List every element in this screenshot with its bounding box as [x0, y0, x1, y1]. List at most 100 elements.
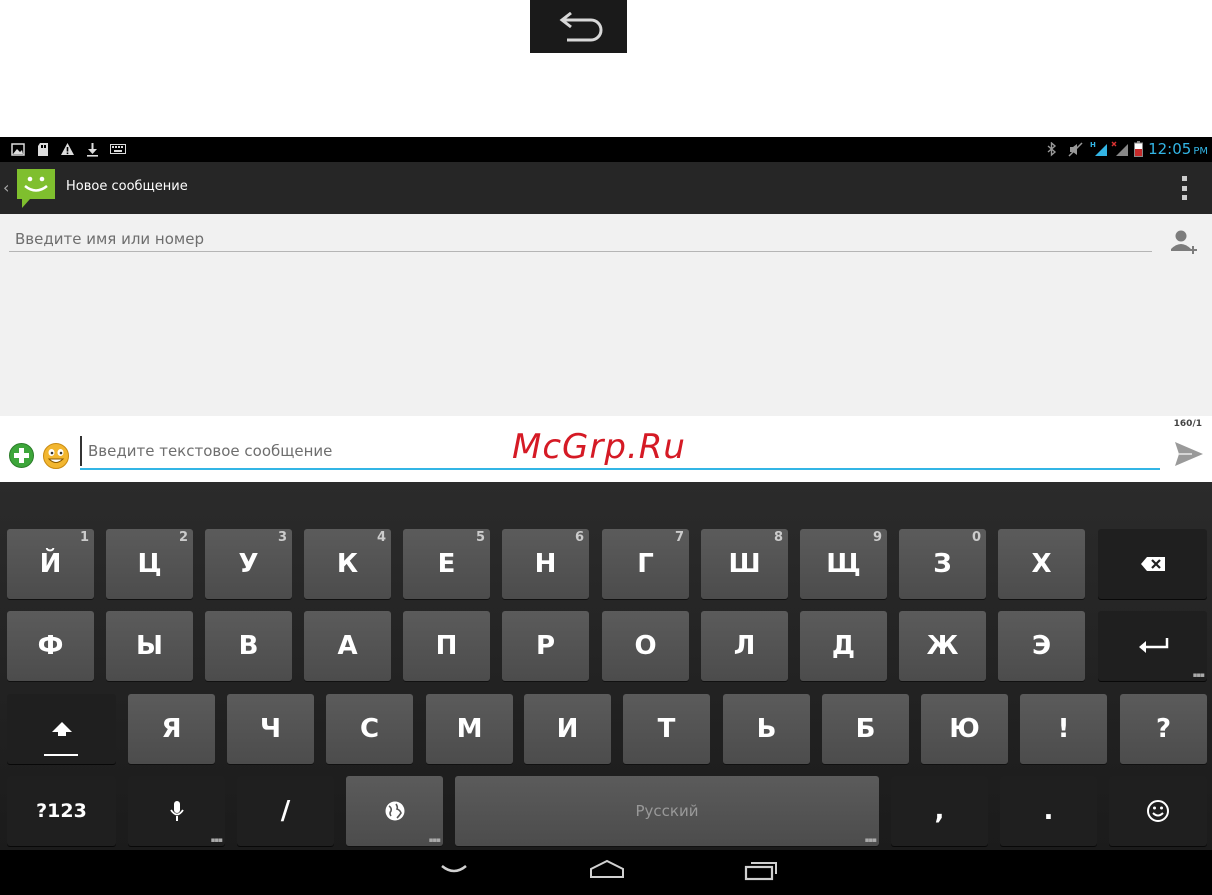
key-ю[interactable]: Ю: [921, 694, 1008, 764]
key-с[interactable]: С: [326, 694, 413, 764]
key-label: Б: [855, 714, 876, 744]
backspace-icon: [1140, 557, 1165, 571]
key-ж[interactable]: Ж: [899, 611, 986, 681]
key-х[interactable]: Х: [998, 529, 1085, 599]
key-label: Х: [1031, 549, 1052, 579]
key-label: ?: [1155, 714, 1172, 744]
key-label: Ц: [137, 549, 162, 579]
key-п[interactable]: П: [403, 611, 490, 681]
signal-h-icon: H: [1090, 141, 1108, 157]
up-caret-icon[interactable]: ‹: [3, 178, 9, 197]
key-л[interactable]: Л: [701, 611, 788, 681]
key-period[interactable]: .: [1000, 776, 1097, 846]
key-э[interactable]: Э: [998, 611, 1085, 681]
page-title: Новое сообщение: [66, 179, 188, 194]
recipient-area: [0, 214, 1212, 416]
key-о[interactable]: О: [602, 611, 689, 681]
key-б[interactable]: Б: [822, 694, 909, 764]
key-label: П: [435, 631, 458, 661]
key-у[interactable]: У3: [205, 529, 292, 599]
device-screen: H 12:05 PM ‹ Новое сообщение Введите имя…: [0, 137, 1212, 895]
recipient-field: [9, 228, 1152, 252]
key-т[interactable]: Т: [623, 694, 710, 764]
send-button[interactable]: [1174, 441, 1204, 471]
enter-key[interactable]: ▪▪▪: [1098, 611, 1207, 681]
symbols-key[interactable]: ?123: [7, 776, 116, 846]
key-label: ,: [934, 796, 945, 826]
key-м[interactable]: М: [426, 694, 513, 764]
key-а[interactable]: А: [304, 611, 391, 681]
key-label: Й: [39, 549, 62, 579]
key-label: Г: [637, 549, 654, 579]
key-hint: 0: [971, 530, 981, 545]
key-label: Н: [534, 549, 557, 579]
key-label: Ю: [949, 714, 980, 744]
enter-icon: [1138, 638, 1168, 653]
key-ь[interactable]: Ь: [723, 694, 810, 764]
clock-ampm: PM: [1193, 146, 1208, 157]
recent-apps-icon[interactable]: [744, 858, 778, 886]
messaging-app-icon[interactable]: [14, 166, 58, 214]
emoji-button[interactable]: [42, 442, 70, 474]
key-ш[interactable]: Ш8: [701, 529, 788, 599]
key-label: К: [336, 549, 359, 579]
action-bar: ‹ Новое сообщение: [0, 162, 1212, 214]
more-dots: ▪▪▪: [210, 836, 223, 844]
key-й[interactable]: Й1: [7, 529, 94, 599]
key-label: /: [280, 796, 291, 826]
key-в[interactable]: В: [205, 611, 292, 681]
key-label: .: [1043, 796, 1054, 826]
microphone-icon: [169, 801, 184, 821]
shift-key[interactable]: [7, 694, 116, 764]
home-icon[interactable]: [589, 858, 625, 886]
key-hint: 6: [574, 530, 584, 545]
key-г[interactable]: Г7: [602, 529, 689, 599]
status-bar: H 12:05 PM: [0, 137, 1212, 162]
key-ы[interactable]: Ы: [106, 611, 193, 681]
key-exclamation[interactable]: !: [1020, 694, 1107, 764]
key-з[interactable]: З0: [899, 529, 986, 599]
key-comma[interactable]: ,: [891, 776, 988, 846]
soft-keyboard: Й1 Ц2 У3 К4 Е5 Н6 Г7 Ш8 Щ9 З0 Х Ф Ы В А …: [0, 482, 1212, 850]
key-щ[interactable]: Щ9: [800, 529, 887, 599]
key-е[interactable]: Е5: [403, 529, 490, 599]
key-label: Ь: [756, 714, 777, 744]
key-label: Ф: [37, 631, 64, 661]
key-hint: 1: [79, 530, 89, 545]
key-ц[interactable]: Ц2: [106, 529, 193, 599]
voice-input-key[interactable]: ▪▪▪: [128, 776, 225, 846]
backspace-key[interactable]: [1098, 529, 1207, 599]
key-р[interactable]: Р: [502, 611, 589, 681]
recipient-input[interactable]: [9, 228, 1152, 250]
key-ч[interactable]: Ч: [227, 694, 314, 764]
key-hint: 3: [277, 530, 287, 545]
key-я[interactable]: Я: [128, 694, 215, 764]
key-hint: 7: [674, 530, 684, 545]
key-label: А: [337, 631, 358, 661]
key-ф[interactable]: Ф: [7, 611, 94, 681]
key-н[interactable]: Н6: [502, 529, 589, 599]
globe-icon: [385, 801, 404, 821]
key-question[interactable]: ?: [1120, 694, 1207, 764]
message-input[interactable]: [80, 436, 1160, 466]
back-icon-tile[interactable]: [530, 0, 627, 53]
key-label: У: [238, 549, 259, 579]
key-к[interactable]: К4: [304, 529, 391, 599]
emoji-key[interactable]: [1109, 776, 1207, 846]
space-key[interactable]: Русский ▪▪▪: [455, 776, 879, 846]
key-hint: 5: [475, 530, 485, 545]
key-и[interactable]: И: [524, 694, 611, 764]
key-label: Ы: [136, 631, 163, 661]
key-slash[interactable]: /: [237, 776, 334, 846]
more-dots: ▪▪▪: [1192, 671, 1205, 679]
key-д[interactable]: Д: [800, 611, 887, 681]
add-contact-icon[interactable]: [1169, 228, 1197, 260]
language-key[interactable]: ▪▪▪: [346, 776, 443, 846]
key-label: Л: [733, 631, 756, 661]
shift-indicator: [44, 754, 78, 756]
attach-button[interactable]: [8, 442, 35, 473]
svg-text:H: H: [1090, 141, 1096, 149]
hide-keyboard-icon[interactable]: [440, 858, 468, 882]
overflow-menu-icon[interactable]: [1180, 176, 1188, 200]
sd-card-icon: [37, 141, 49, 157]
